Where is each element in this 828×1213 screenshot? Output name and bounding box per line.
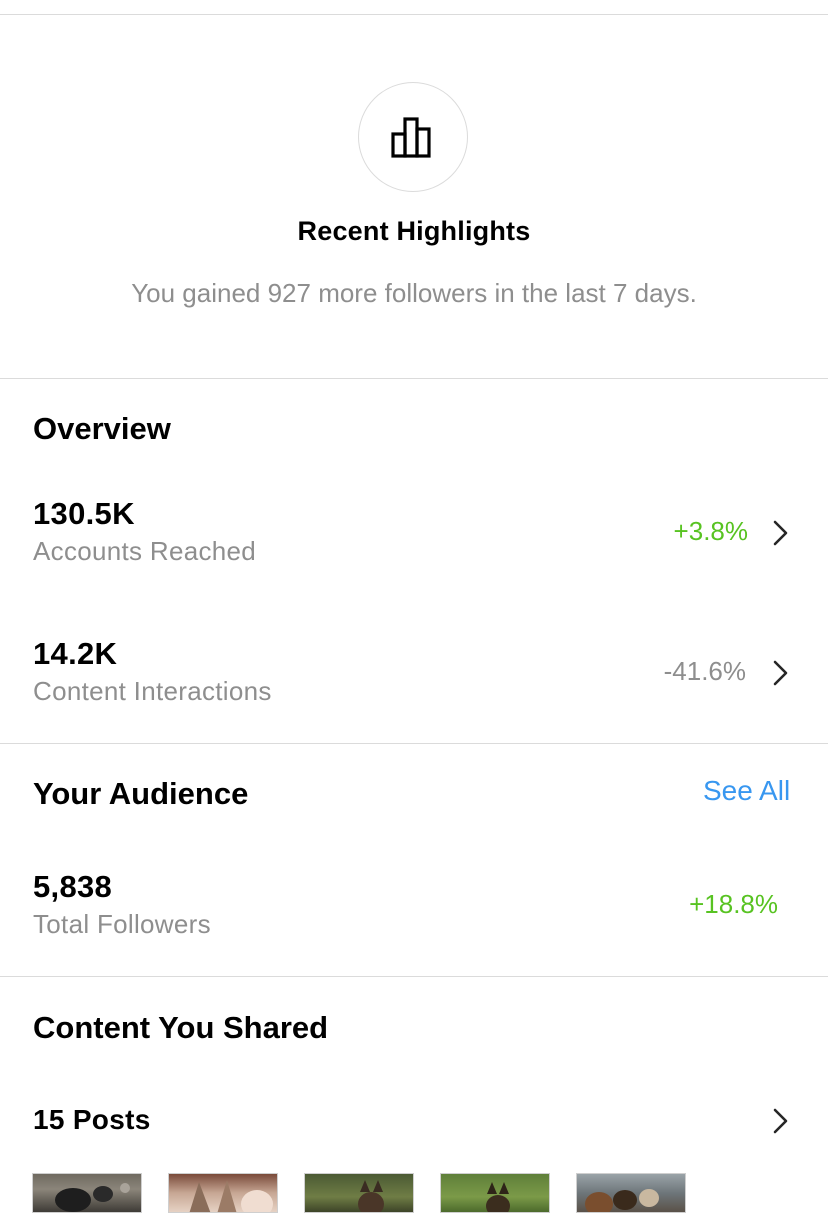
posts-count: 15 Posts (33, 1104, 151, 1135)
post-image (486, 1182, 510, 1212)
total-followers-change: +18.8% (689, 889, 778, 919)
accounts-reached-value: 130.5K (33, 496, 135, 531)
highlights-subtitle: You gained 927 more followers in the las… (131, 278, 697, 308)
section-divider (0, 976, 828, 977)
bar-chart-icon (391, 117, 431, 158)
highlights-icon-circle (358, 82, 468, 192)
post-thumbnail[interactable] (168, 1173, 278, 1213)
post-image (585, 1189, 659, 1212)
chevron-right-icon[interactable] (770, 659, 790, 687)
chevron-right-icon[interactable] (770, 1107, 790, 1135)
accounts-reached-label: Accounts Reached (33, 536, 257, 566)
top-divider (0, 14, 828, 15)
audience-title: Your Audience (33, 776, 249, 811)
see-all-link[interactable]: See All (703, 775, 790, 807)
content-interactions-change: -41.6% (663, 656, 746, 686)
section-divider (0, 743, 828, 744)
content-interactions-label: Content Interactions (33, 676, 272, 706)
post-image (189, 1180, 273, 1212)
content-interactions-value: 14.2K (33, 636, 118, 671)
post-image (358, 1180, 384, 1212)
total-followers-value: 5,838 (33, 869, 113, 904)
highlights-title: Recent Highlights (297, 216, 531, 246)
post-thumbnail[interactable] (440, 1173, 550, 1213)
overview-title: Overview (33, 411, 171, 446)
post-thumbnail[interactable] (304, 1173, 414, 1213)
content-title: Content You Shared (33, 1010, 329, 1045)
section-divider (0, 378, 828, 379)
post-thumbnail[interactable] (32, 1173, 142, 1213)
post-image (55, 1183, 130, 1212)
total-followers-label: Total Followers (33, 909, 211, 939)
post-thumbnail[interactable] (576, 1173, 686, 1213)
chevron-right-icon[interactable] (770, 519, 790, 547)
accounts-reached-change: +3.8% (673, 516, 748, 546)
